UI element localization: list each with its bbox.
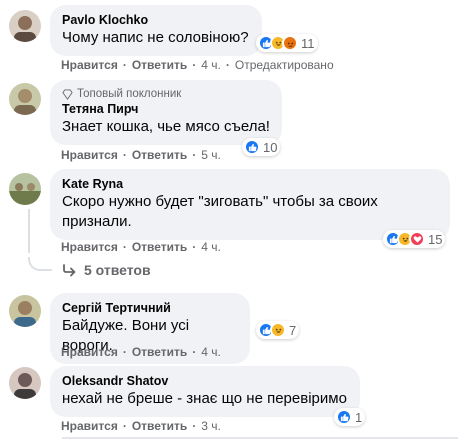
like-link[interactable]: Нравится: [61, 240, 118, 254]
reaction-count: 11: [301, 35, 315, 51]
like-link[interactable]: Нравится: [61, 148, 118, 162]
reactions-summary[interactable]: 1: [334, 408, 366, 426]
reply-link[interactable]: Ответить: [132, 148, 187, 162]
top-fan-badge: Топовый поклонник: [62, 87, 270, 101]
reactions-summary[interactable]: 10: [242, 138, 281, 156]
comment-author[interactable]: Тетяна Пирч: [62, 101, 270, 117]
like-link[interactable]: Нравится: [61, 345, 118, 359]
comment-bubble: Pavlo Klochko Чому напис не соловіною?: [50, 5, 262, 56]
reply-link[interactable]: Ответить: [132, 58, 187, 72]
avatar[interactable]: [9, 173, 41, 205]
reaction-count: 1: [355, 409, 363, 425]
avatar[interactable]: [9, 367, 41, 399]
comment-text: Знает кошка, чье мясо съела!: [62, 118, 270, 135]
thread-line: [28, 209, 30, 253]
timestamp[interactable]: 3 ч.: [201, 419, 221, 433]
reaction-count: 7: [289, 322, 297, 338]
timestamp[interactable]: 4 ч.: [201, 240, 221, 254]
angry-reaction-icon: [282, 35, 298, 51]
comment-actions: Нравится · Ответить · 5 ч.: [61, 148, 221, 162]
timestamp[interactable]: 5 ч.: [201, 148, 221, 162]
edited-label: Отредактировано: [234, 58, 334, 72]
comment-author[interactable]: Kate Ryna: [62, 176, 438, 192]
comment-text: Чому напис не соловіною?: [62, 29, 249, 46]
thread-connector: [28, 257, 52, 271]
comment-bubble: Топовый поклонник Тетяна Пирч Знает кошк…: [50, 80, 282, 145]
timestamp[interactable]: 4 ч.: [201, 58, 221, 72]
reply-link[interactable]: Ответить: [132, 345, 187, 359]
comment-bubble: Oleksandr Shatov нехай не бреше - знає щ…: [50, 366, 360, 417]
reactions-summary[interactable]: 7: [256, 321, 300, 339]
badge-label: Топовый поклонник: [77, 88, 182, 100]
comment-author[interactable]: Сергій Тертичний: [62, 300, 238, 316]
like-link[interactable]: Нравится: [61, 419, 118, 433]
timestamp[interactable]: 4 ч.: [201, 345, 221, 359]
reaction-count: 15: [428, 231, 443, 247]
replies-count-label: 5 ответов: [84, 262, 151, 278]
like-reaction-icon: [244, 139, 260, 155]
comment-actions: Нравится · Ответить · 3 ч.: [61, 419, 221, 433]
view-replies-button[interactable]: 5 ответов: [62, 262, 151, 278]
like-reaction-icon: [336, 409, 352, 425]
comment-actions: Нравится · Ответить · 4 ч. · Отредактирован…: [61, 58, 334, 72]
reactions-summary[interactable]: 15: [383, 230, 446, 248]
haha-reaction-icon: [270, 322, 286, 338]
comment-text: нехай не бреше - знає що не перевіримо: [62, 390, 347, 407]
comment-author[interactable]: Pavlo Klochko: [62, 12, 250, 28]
diamond-icon: [62, 88, 73, 100]
comment-actions: Нравится · Ответить · 4 ч.: [61, 240, 221, 254]
avatar[interactable]: [9, 295, 41, 327]
comment-text: Скоро нужно будет "зиговать" чтобы за св…: [62, 193, 378, 230]
comment-author[interactable]: Oleksandr Shatov: [62, 373, 348, 389]
reaction-count: 10: [263, 139, 278, 155]
reply-arrow-icon: [63, 264, 76, 277]
love-reaction-icon: [409, 231, 425, 247]
comment-actions: Нравится · Ответить · 4 ч.: [61, 345, 221, 359]
reply-link[interactable]: Ответить: [132, 419, 187, 433]
like-link[interactable]: Нравится: [61, 58, 118, 72]
avatar[interactable]: [9, 10, 41, 42]
reply-link[interactable]: Ответить: [132, 240, 187, 254]
reactions-summary[interactable]: 11: [256, 34, 318, 52]
avatar[interactable]: [9, 83, 41, 115]
